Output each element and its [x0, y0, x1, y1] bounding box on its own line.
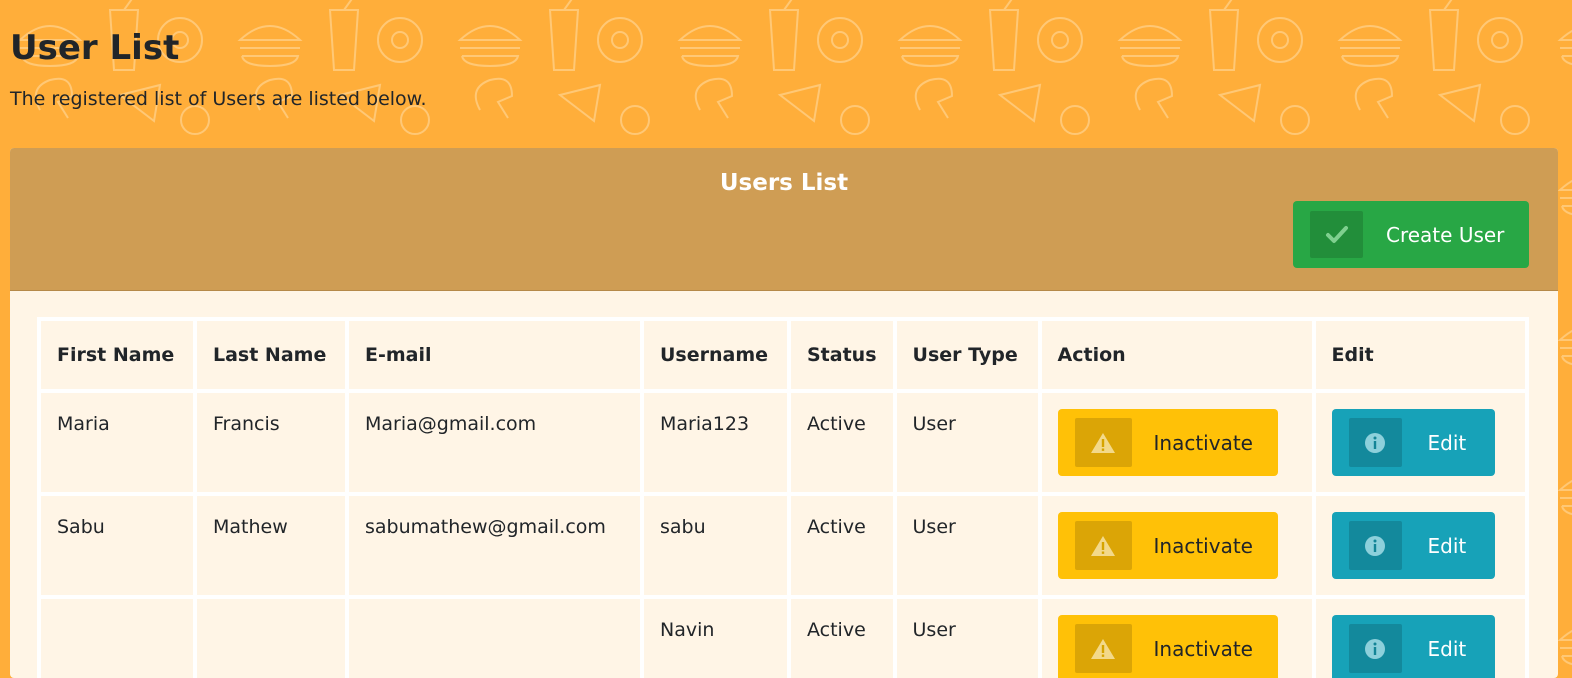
header-last-name: Last Name [197, 321, 345, 389]
page-title: User List [10, 28, 180, 68]
inactivate-button[interactable]: Inactivate [1057, 615, 1278, 678]
cell-last-name: Francis [197, 393, 345, 492]
cell-first-name: Sabu [41, 496, 193, 595]
header-user-type: User Type [896, 321, 1038, 389]
inactivate-button[interactable]: Inactivate [1057, 409, 1278, 476]
cell-action: Inactivate [1041, 393, 1312, 492]
cell-status: Active [791, 599, 893, 678]
users-card: Users List Create User First Name Last N… [10, 148, 1558, 678]
cell-email [349, 599, 640, 678]
header-email: E-mail [349, 321, 640, 389]
header-status: Status [791, 321, 893, 389]
table-row: Navin Active User Inactivate Edit [41, 599, 1525, 678]
edit-button[interactable]: Edit [1331, 409, 1495, 476]
cell-user-type: User [896, 496, 1038, 595]
card-header: Users List Create User [10, 148, 1558, 291]
cell-action: Inactivate [1041, 599, 1312, 678]
edit-label: Edit [1427, 636, 1467, 661]
warning-icon [1074, 521, 1132, 570]
table-row: Sabu Mathew sabumathew@gmail.com sabu Ac… [41, 496, 1525, 595]
card-title: Users List [719, 170, 849, 196]
cell-user-type: User [896, 599, 1038, 678]
users-table: First Name Last Name E-mail Username Sta… [37, 317, 1529, 678]
cell-last-name: Mathew [197, 496, 345, 595]
table-row: Maria Francis Maria@gmail.com Maria123 A… [41, 393, 1525, 492]
header-action: Action [1041, 321, 1312, 389]
edit-label: Edit [1427, 430, 1467, 455]
warning-icon [1074, 624, 1132, 673]
info-icon [1348, 521, 1402, 570]
cell-status: Active [791, 496, 893, 595]
cell-action: Inactivate [1041, 496, 1312, 595]
cell-status: Active [791, 393, 893, 492]
cell-edit: Edit [1315, 599, 1525, 678]
page-subtitle: The registered list of Users are listed … [10, 88, 427, 110]
create-user-label: Create User [1386, 222, 1505, 247]
warning-icon [1074, 418, 1132, 467]
check-icon [1310, 211, 1363, 258]
header-edit: Edit [1315, 321, 1525, 389]
inactivate-button[interactable]: Inactivate [1057, 512, 1278, 579]
header-first-name: First Name [41, 321, 193, 389]
cell-last-name [197, 599, 345, 678]
cell-username: Navin [644, 599, 787, 678]
info-icon [1348, 624, 1402, 673]
cell-email: Maria@gmail.com [349, 393, 640, 492]
inactivate-label: Inactivate [1153, 430, 1253, 455]
edit-button[interactable]: Edit [1331, 512, 1495, 579]
header-username: Username [644, 321, 787, 389]
inactivate-label: Inactivate [1153, 636, 1253, 661]
create-user-button[interactable]: Create User [1293, 201, 1529, 268]
cell-first-name [41, 599, 193, 678]
edit-label: Edit [1427, 533, 1467, 558]
cell-email: sabumathew@gmail.com [349, 496, 640, 595]
cell-edit: Edit [1315, 393, 1525, 492]
cell-first-name: Maria [41, 393, 193, 492]
cell-user-type: User [896, 393, 1038, 492]
cell-username: Maria123 [644, 393, 787, 492]
edit-button[interactable]: Edit [1331, 615, 1495, 678]
cell-username: sabu [644, 496, 787, 595]
table-header-row: First Name Last Name E-mail Username Sta… [41, 321, 1525, 389]
info-icon [1348, 418, 1402, 467]
cell-edit: Edit [1315, 496, 1525, 595]
inactivate-label: Inactivate [1153, 533, 1253, 558]
